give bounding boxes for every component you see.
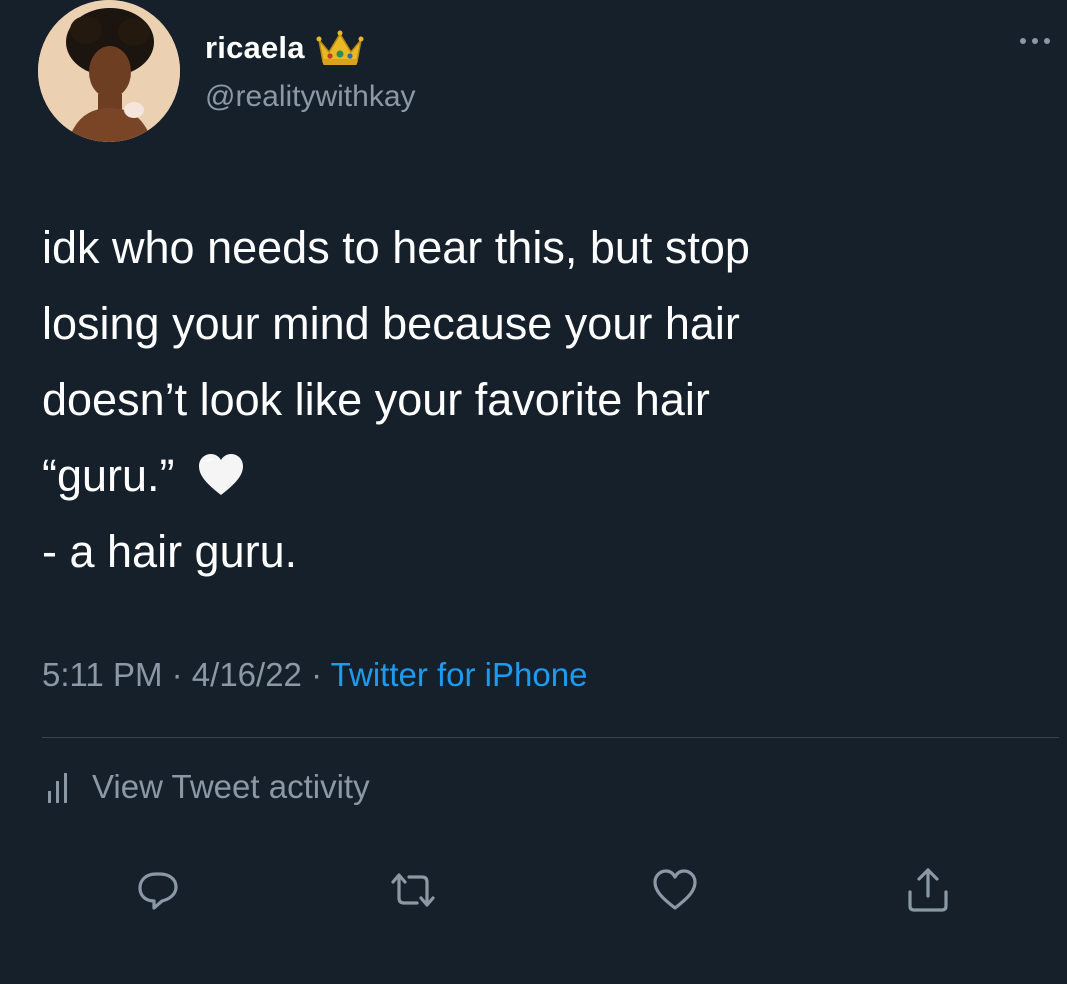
avatar[interactable]	[38, 0, 180, 142]
tweet-meta: 5:11 PM · 4/16/22 · Twitter for iPhone	[42, 656, 587, 694]
tweet-action-bar	[0, 862, 1067, 918]
analytics-icon	[44, 769, 76, 805]
tweet-source-link[interactable]: Twitter for iPhone	[331, 656, 588, 693]
tweet-text-line: losing your mind because your hair	[42, 298, 740, 349]
meta-separator: ·	[171, 656, 183, 693]
tweet-date[interactable]: 4/16/22	[192, 656, 302, 693]
like-heart-icon	[653, 869, 697, 910]
meta-separator: ·	[311, 656, 323, 693]
tweet-text-line-with-emoji: “guru.”	[42, 438, 1032, 514]
divider	[42, 737, 1059, 738]
retweet-button[interactable]	[385, 862, 441, 918]
display-name[interactable]: ricaela	[205, 30, 305, 66]
tweet-text-line: - a hair guru.	[42, 526, 298, 577]
tweet-text-line: “guru.”	[42, 450, 175, 501]
tweet-text: idk who needs to hear this, but stop los…	[42, 210, 1032, 590]
author-name-row: ricaela	[205, 28, 365, 68]
retweet-icon	[391, 873, 435, 907]
share-icon	[908, 868, 948, 912]
more-options-icon[interactable]	[1015, 26, 1055, 56]
tweet-text-line: doesn’t look like your favorite hair	[42, 374, 710, 425]
handle[interactable]: @realitywithkay	[205, 80, 416, 114]
tweet-time[interactable]: 5:11 PM	[42, 656, 162, 693]
profile-photo	[38, 0, 180, 142]
share-button[interactable]	[900, 862, 956, 918]
like-button[interactable]	[647, 862, 703, 918]
view-tweet-activity-label: View Tweet activity	[92, 768, 370, 805]
white-heart-icon	[197, 444, 245, 495]
crown-icon	[315, 28, 365, 68]
tweet-text-line: idk who needs to hear this, but stop	[42, 222, 750, 273]
reply-icon	[138, 872, 178, 910]
view-tweet-activity-link[interactable]: View Tweet activity	[44, 768, 370, 806]
reply-button[interactable]	[130, 862, 186, 918]
